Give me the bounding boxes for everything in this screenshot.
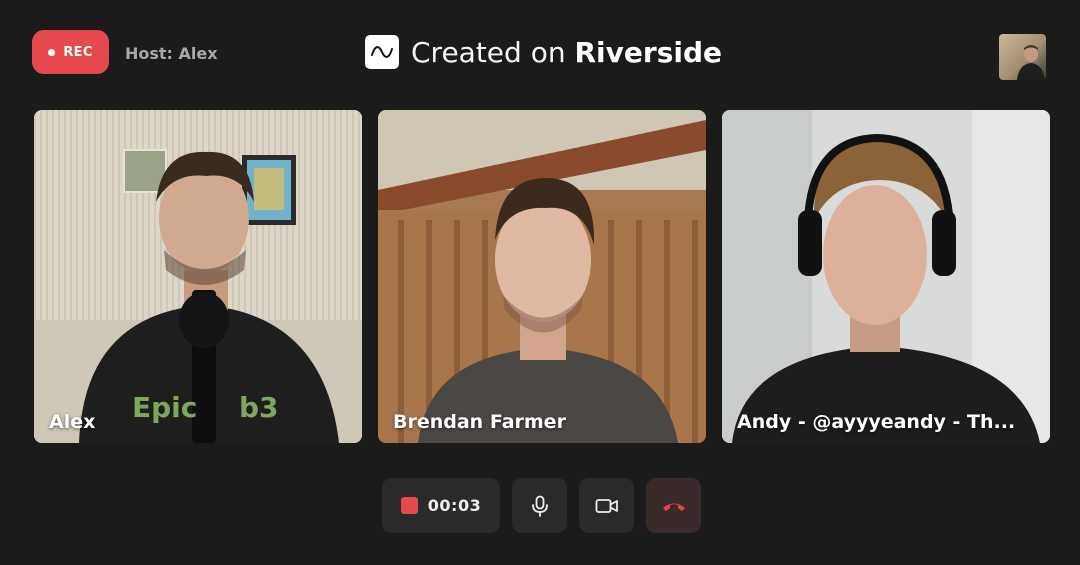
self-video-thumbnail[interactable]	[999, 34, 1046, 80]
svg-text:Epic: Epic	[132, 391, 197, 424]
camera-icon	[595, 498, 618, 513]
participant-name: Alex	[49, 411, 96, 433]
brand-prefix: Created on	[411, 35, 575, 69]
camera-button[interactable]	[579, 478, 634, 533]
participant-tile-alex[interactable]: Epic b3 Alex	[34, 110, 362, 443]
brand: Created on Riverside	[365, 34, 722, 70]
rec-label: REC	[63, 44, 93, 60]
svg-text:b3: b3	[239, 391, 279, 424]
brand-text: Created on Riverside	[411, 36, 722, 69]
call-controls: 00:03	[382, 478, 701, 533]
recording-timer: 00:03	[427, 496, 482, 515]
end-call-icon	[662, 503, 685, 511]
brand-name: Riverside	[574, 35, 723, 69]
microphone-button[interactable]	[512, 478, 567, 533]
end-call-button[interactable]	[646, 478, 701, 533]
participant-tile-andy[interactable]: Andy - @ayyyeandy - Th...	[722, 110, 1050, 443]
participant-name: Brendan Farmer	[393, 411, 566, 433]
stop-icon	[400, 497, 418, 514]
host-label: Host: Alex	[125, 44, 218, 63]
rec-badge[interactable]: REC	[32, 30, 109, 74]
microphone-icon	[531, 495, 548, 517]
participant-tile-brendan[interactable]: Brendan Farmer	[378, 110, 706, 443]
participant-name: Andy - @ayyyeandy - Th...	[737, 411, 1016, 433]
riverside-logo-icon	[365, 35, 399, 69]
stop-recording-button[interactable]: 00:03	[382, 478, 500, 533]
record-dot-icon	[48, 48, 56, 56]
